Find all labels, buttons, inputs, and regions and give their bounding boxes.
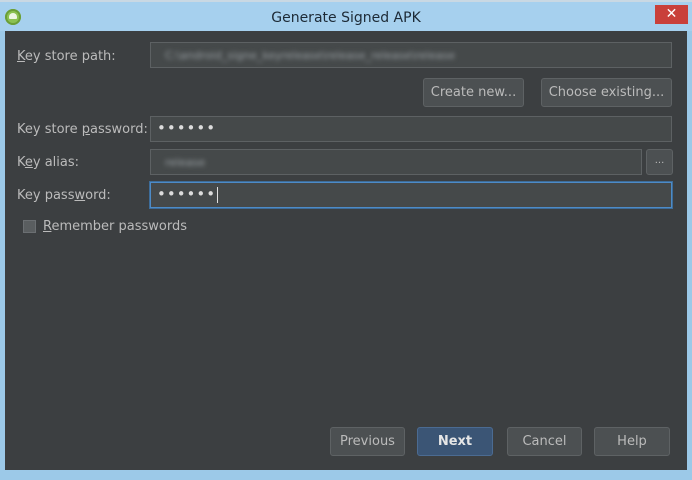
browse-alias-button[interactable]: ...: [646, 149, 673, 175]
key-store-password-input[interactable]: ••••••: [150, 116, 672, 142]
window-title: Generate Signed APK: [271, 10, 421, 26]
key-store-path-input[interactable]: C:\android_signe_keyrelease\release_rele…: [150, 42, 672, 68]
remember-passwords-checkbox[interactable]: [23, 220, 36, 233]
key-store-path-label: Key store path:: [17, 49, 116, 64]
dialog-content: Key store path: C:\android_signe_keyrele…: [5, 31, 687, 470]
text-caret: [217, 186, 219, 203]
create-new-button[interactable]: Create new...: [423, 78, 524, 107]
cancel-button[interactable]: Cancel: [507, 427, 582, 456]
choose-existing-button[interactable]: Choose existing...: [541, 78, 672, 107]
previous-button[interactable]: Previous: [330, 427, 405, 456]
key-alias-value: release: [165, 156, 206, 169]
key-store-path-value: C:\android_signe_keyrelease\release_rele…: [165, 49, 455, 62]
title-bar[interactable]: Generate Signed APK ✕: [0, 2, 692, 31]
next-button[interactable]: Next: [417, 427, 493, 456]
key-alias-label: Key alias:: [17, 155, 80, 170]
key-password-input[interactable]: ••••••: [150, 182, 672, 208]
remember-passwords-label[interactable]: Remember passwords: [43, 219, 187, 234]
help-button[interactable]: Help: [594, 427, 670, 456]
key-alias-input[interactable]: release: [150, 149, 642, 175]
key-password-value: ••••••: [157, 185, 219, 203]
key-store-password-label: Key store password:: [17, 122, 148, 137]
key-password-label: Key password:: [17, 188, 111, 203]
key-store-password-value: ••••••: [157, 119, 217, 137]
close-button[interactable]: ✕: [655, 5, 688, 24]
dialog-frame: Generate Signed APK ✕ Key store path: C:…: [0, 0, 692, 480]
